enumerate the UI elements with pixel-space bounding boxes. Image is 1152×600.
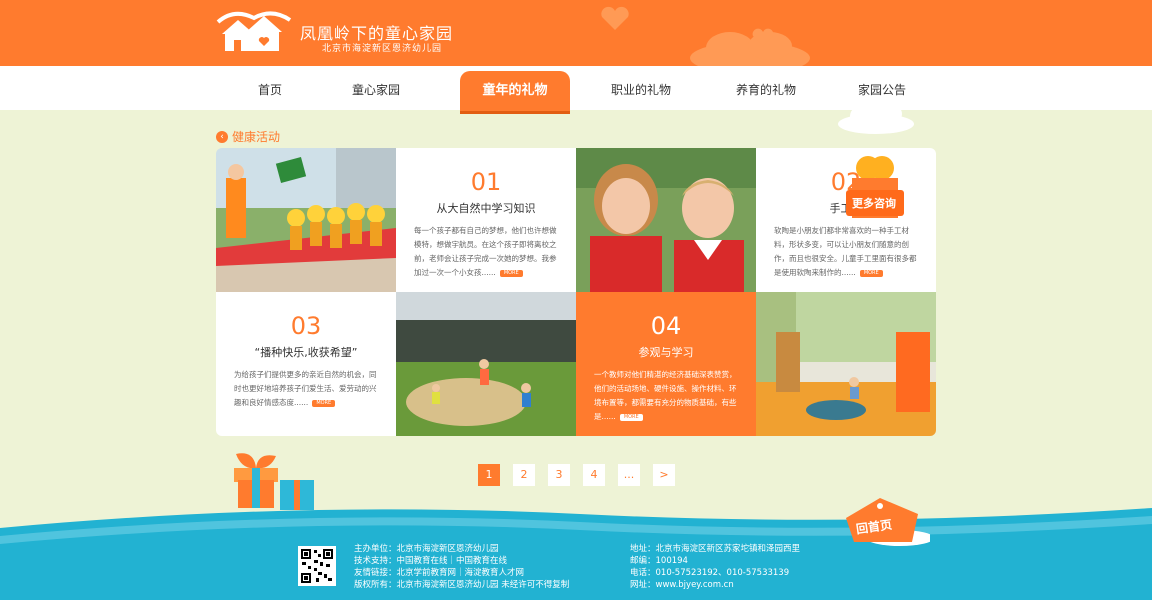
nav-item-childhood-gift[interactable]: 童年的礼物 <box>460 71 570 111</box>
photo-children[interactable] <box>576 148 756 292</box>
activity-card-highlighted[interactable]: 04 参观与学习 一个教师对他们精湛的经济基础深表赞赏，他们的活动场地、硬件设施… <box>576 292 756 436</box>
more-button[interactable]: MORE <box>859 269 883 277</box>
card-number: 03 <box>290 312 322 340</box>
card-title: 参观与学习 <box>638 346 694 359</box>
more-button[interactable]: MORE <box>499 269 523 277</box>
main-nav: 首页 童心家园 职业的礼物 养育的礼物 家园公告 <box>0 66 1152 110</box>
footer-phone: 电话：010-57523192、010-57533139 <box>630 568 790 578</box>
footer-info-left: 主办单位：北京市海淀新区恩济幼儿园 技术支持：中国教育在线｜中国教育在线 友情链… <box>354 543 569 591</box>
nav-item-announcements[interactable]: 家园公告 <box>832 81 932 98</box>
footer-postcode: 邮编：100194 <box>630 556 688 566</box>
house-logo-icon[interactable] <box>214 8 294 56</box>
footer-website[interactable]: 网址：www.bjyey.com.cn <box>630 579 800 591</box>
card-title: 从大自然中学习知识 <box>436 202 536 215</box>
card-number: 04 <box>650 312 682 340</box>
card-number: 01 <box>470 168 502 196</box>
card-description: 为给孩子们提供更多的亲近自然的机会，同时也更好地培养孩子们爱生活、爱劳动的兴趣和… <box>234 370 377 407</box>
footer-tech-support[interactable]: 技术支持：中国教育在线｜中国教育在线 <box>354 555 569 567</box>
consult-badge-icon[interactable] <box>840 150 910 230</box>
footer-info-right: 地址：北京市海淀区新区苏家坨镇和泽园西里 邮编：100194 电话：010-57… <box>630 543 800 591</box>
pagination: 1 2 3 4 ... > <box>478 464 675 486</box>
heart-decoration <box>752 28 774 46</box>
card-title: “播种快乐,收获希望” <box>254 346 358 359</box>
footer-friend-links[interactable]: 友情链接：北京学前教育网｜海淀教育人才网 <box>354 567 569 579</box>
section-heading[interactable]: ‹ 健康活动 <box>216 128 280 145</box>
more-button[interactable]: MORE <box>619 413 643 421</box>
top-banner <box>0 0 1152 68</box>
footer-copyright: 版权所有：北京市海淀新区恩济幼儿园 未经许可不得复制 <box>354 580 570 590</box>
section-title: 健康活动 <box>232 130 281 144</box>
nav-item-parenting-gift[interactable]: 养育的礼物 <box>716 81 816 98</box>
more-button[interactable]: MORE <box>312 399 336 407</box>
cloud-decoration <box>838 103 914 134</box>
consult-button[interactable]: 更多咨询 <box>847 193 901 215</box>
card-description: 一个教师对他们精湛的经济基础深表赞赏，他们的活动场地、硬件设施、操作材料、环境布… <box>594 370 737 421</box>
photo-classroom[interactable] <box>756 292 936 436</box>
page-button[interactable]: 2 <box>513 464 535 486</box>
qr-code-icon <box>298 546 336 586</box>
photo-parade[interactable] <box>216 148 396 292</box>
site-subtitle: 北京市海淀新区恩济幼儿园 <box>322 44 443 54</box>
footer-background <box>0 508 1152 600</box>
nav-item-career-gift[interactable]: 职业的礼物 <box>591 81 691 98</box>
chevron-left-icon[interactable]: ‹ <box>216 130 228 143</box>
nav-item-childhood-home[interactable]: 童心家园 <box>326 81 426 98</box>
activity-card[interactable]: 01 从大自然中学习知识 每一个孩子都有自己的梦想，他们也许想做模特，想做宇航员… <box>396 148 576 292</box>
page-button-current[interactable]: 1 <box>478 464 500 486</box>
activity-card[interactable]: 03 “播种快乐,收获希望” 为给孩子们提供更多的亲近自然的机会，同时也更好地培… <box>216 292 396 436</box>
page-button[interactable]: 3 <box>548 464 570 486</box>
card-description: 每一个孩子都有自己的梦想，他们也许想做模特，想做宇航员。在这个孩子即将离校之前，… <box>414 226 557 277</box>
footer-address: 地址：北京市海淀区新区苏家坨镇和泽园西里 <box>630 544 801 554</box>
heart-decoration <box>601 6 629 31</box>
footer-sponsor: 主办单位：北京市海淀新区恩济幼儿园 <box>354 544 499 554</box>
next-page-button[interactable]: > <box>653 464 675 486</box>
activity-grid: 01 从大自然中学习知识 每一个孩子都有自己的梦想，他们也许想做模特，想做宇航员… <box>216 148 936 436</box>
page-button[interactable]: 4 <box>583 464 605 486</box>
nav-item-home[interactable]: 首页 <box>220 81 320 98</box>
photo-playground[interactable] <box>396 292 576 436</box>
page-ellipsis: ... <box>618 464 640 486</box>
